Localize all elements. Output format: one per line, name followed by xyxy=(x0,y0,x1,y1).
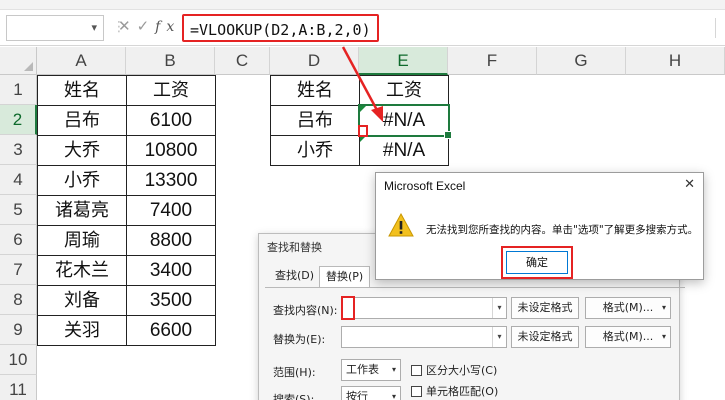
match-case-label: 区分大小写(C) xyxy=(426,364,498,377)
search-value: 按行 xyxy=(346,390,368,400)
row-header-9[interactable]: 9 xyxy=(0,315,37,345)
select-all-corner[interactable] xyxy=(0,47,37,75)
chevron-down-icon[interactable]: ▾ xyxy=(662,327,666,347)
message-text: 无法找到您所查找的内容。单击"选项"了解更多搜索方式。 xyxy=(426,224,699,236)
replace-label: 替换为(E): xyxy=(273,333,326,346)
row-header-10[interactable]: 10 xyxy=(0,345,37,375)
cell-a2[interactable]: 吕布 xyxy=(37,105,127,136)
insert-function-icon[interactable]: fx xyxy=(155,19,180,35)
cell-b6[interactable]: 8800 xyxy=(126,225,216,256)
chevron-down-icon[interactable]: ▾ xyxy=(492,298,506,318)
scope-value: 工作表 xyxy=(346,363,379,376)
name-box[interactable]: ▾ xyxy=(6,15,104,41)
row-header-5[interactable]: 5 xyxy=(0,195,37,225)
row-header-3[interactable]: 3 xyxy=(0,135,37,165)
ok-button[interactable]: 确定 xyxy=(506,251,568,274)
cell-d3[interactable]: 小乔 xyxy=(270,135,360,166)
cell-b9[interactable]: 6600 xyxy=(126,315,216,346)
cell-e1[interactable]: 工资 xyxy=(359,75,449,106)
chevron-down-icon[interactable]: ▾ xyxy=(492,327,506,347)
chevron-down-icon: ▾ xyxy=(391,392,396,400)
cell-b3[interactable]: 10800 xyxy=(126,135,216,166)
cell-a3[interactable]: 大乔 xyxy=(37,135,127,166)
cell-e3[interactable]: #N/A xyxy=(359,135,449,166)
cell-a4[interactable]: 小乔 xyxy=(37,165,127,196)
column-header-e[interactable]: E xyxy=(359,47,448,75)
cell-a5[interactable]: 诸葛亮 xyxy=(37,195,127,226)
cell-d1[interactable]: 姓名 xyxy=(270,75,360,106)
search-select[interactable]: 按行 ▾ xyxy=(341,386,401,400)
ribbon-strip xyxy=(0,0,725,10)
row-header-11[interactable]: 11 xyxy=(0,375,37,400)
formula-text: =VLOOKUP(D2,A:B,2,0) xyxy=(182,14,379,42)
column-header-h[interactable]: H xyxy=(626,47,725,75)
replace-format-label: 格式(M)... xyxy=(602,330,654,343)
formula-bar: ▾ ⋮ ✕✓fx =VLOOKUP(D2,A:B,2,0) xyxy=(0,10,725,46)
find-replace-title: 查找和替换 xyxy=(267,241,322,254)
replace-panel: 查找内容(N): ▾ 未设定格式 格式(M)... ▾ 替换为(E): ▾ 未设定… xyxy=(265,287,685,400)
tab-replace[interactable]: 替换(P) xyxy=(319,266,371,288)
tab-find[interactable]: 查找(D) xyxy=(269,266,320,288)
column-header-f[interactable]: F xyxy=(448,47,537,75)
find-format-button[interactable]: 格式(M)... ▾ xyxy=(585,297,671,319)
find-input[interactable]: ▾ xyxy=(341,297,507,319)
match-case-checkbox[interactable]: 区分大小写(C) xyxy=(411,362,497,378)
match-cell-label: 单元格匹配(O) xyxy=(426,385,499,398)
cell-b2[interactable]: 6100 xyxy=(126,105,216,136)
enter-icon[interactable]: ✓ xyxy=(137,17,156,35)
cell-b8[interactable]: 3500 xyxy=(126,285,216,316)
row-header-7[interactable]: 7 xyxy=(0,255,37,285)
warning-icon xyxy=(388,213,414,237)
replace-input[interactable]: ▾ xyxy=(341,326,507,348)
chevron-down-icon[interactable]: ▾ xyxy=(662,298,666,318)
cell-b1[interactable]: 工资 xyxy=(126,75,216,106)
cell-b5[interactable]: 7400 xyxy=(126,195,216,226)
scope-label: 范围(H): xyxy=(273,366,316,379)
replace-format-button[interactable]: 格式(M)... ▾ xyxy=(585,326,671,348)
row-header-6[interactable]: 6 xyxy=(0,225,37,255)
column-header-a[interactable]: A xyxy=(37,47,126,75)
find-label: 查找内容(N): xyxy=(273,304,338,317)
row-header-4[interactable]: 4 xyxy=(0,165,37,195)
cell-b4[interactable]: 13300 xyxy=(126,165,216,196)
cell-a8[interactable]: 刘备 xyxy=(37,285,127,316)
close-icon[interactable]: ✕ xyxy=(684,177,695,192)
column-header-c[interactable]: C xyxy=(215,47,270,75)
column-header-b[interactable]: B xyxy=(126,47,215,75)
search-label: 搜索(S): xyxy=(273,393,315,400)
cell-b7[interactable]: 3400 xyxy=(126,255,216,286)
column-header-d[interactable]: D xyxy=(270,47,359,75)
chevron-down-icon[interactable]: ▾ xyxy=(91,21,97,34)
formula-input[interactable]: =VLOOKUP(D2,A:B,2,0) xyxy=(178,12,725,44)
cell-a6[interactable]: 周瑜 xyxy=(37,225,127,256)
match-cell-checkbox[interactable]: 单元格匹配(O) xyxy=(411,383,498,399)
formula-bar-icons: ✕✓fx xyxy=(118,17,180,35)
formula-bar-edge xyxy=(715,18,725,38)
find-format-status: 未设定格式 xyxy=(511,297,579,319)
cell-e2[interactable]: #N/A xyxy=(359,105,449,136)
find-format-label: 格式(M)... xyxy=(602,301,654,314)
row-header-2[interactable]: 2 xyxy=(0,105,37,135)
chevron-down-icon: ▾ xyxy=(391,365,396,374)
checkbox-box[interactable] xyxy=(411,365,422,376)
message-box-title: Microsoft Excel xyxy=(384,179,466,193)
column-header-g[interactable]: G xyxy=(537,47,626,75)
cell-d2[interactable]: 吕布 xyxy=(270,105,360,136)
row-header-8[interactable]: 8 xyxy=(0,285,37,315)
cell-a1[interactable]: 姓名 xyxy=(37,75,127,106)
replace-format-status: 未设定格式 xyxy=(511,326,579,348)
cancel-icon[interactable]: ✕ xyxy=(118,17,137,35)
cell-a9[interactable]: 关羽 xyxy=(37,315,127,346)
row-header-1[interactable]: 1 xyxy=(0,75,37,105)
excel-message-box: Microsoft Excel ✕ 无法找到您所查找的内容。单击"选项"了解更多… xyxy=(375,172,704,280)
checkbox-box[interactable] xyxy=(411,386,422,397)
cell-a7[interactable]: 花木兰 xyxy=(37,255,127,286)
scope-select[interactable]: 工作表 ▾ xyxy=(341,359,401,381)
